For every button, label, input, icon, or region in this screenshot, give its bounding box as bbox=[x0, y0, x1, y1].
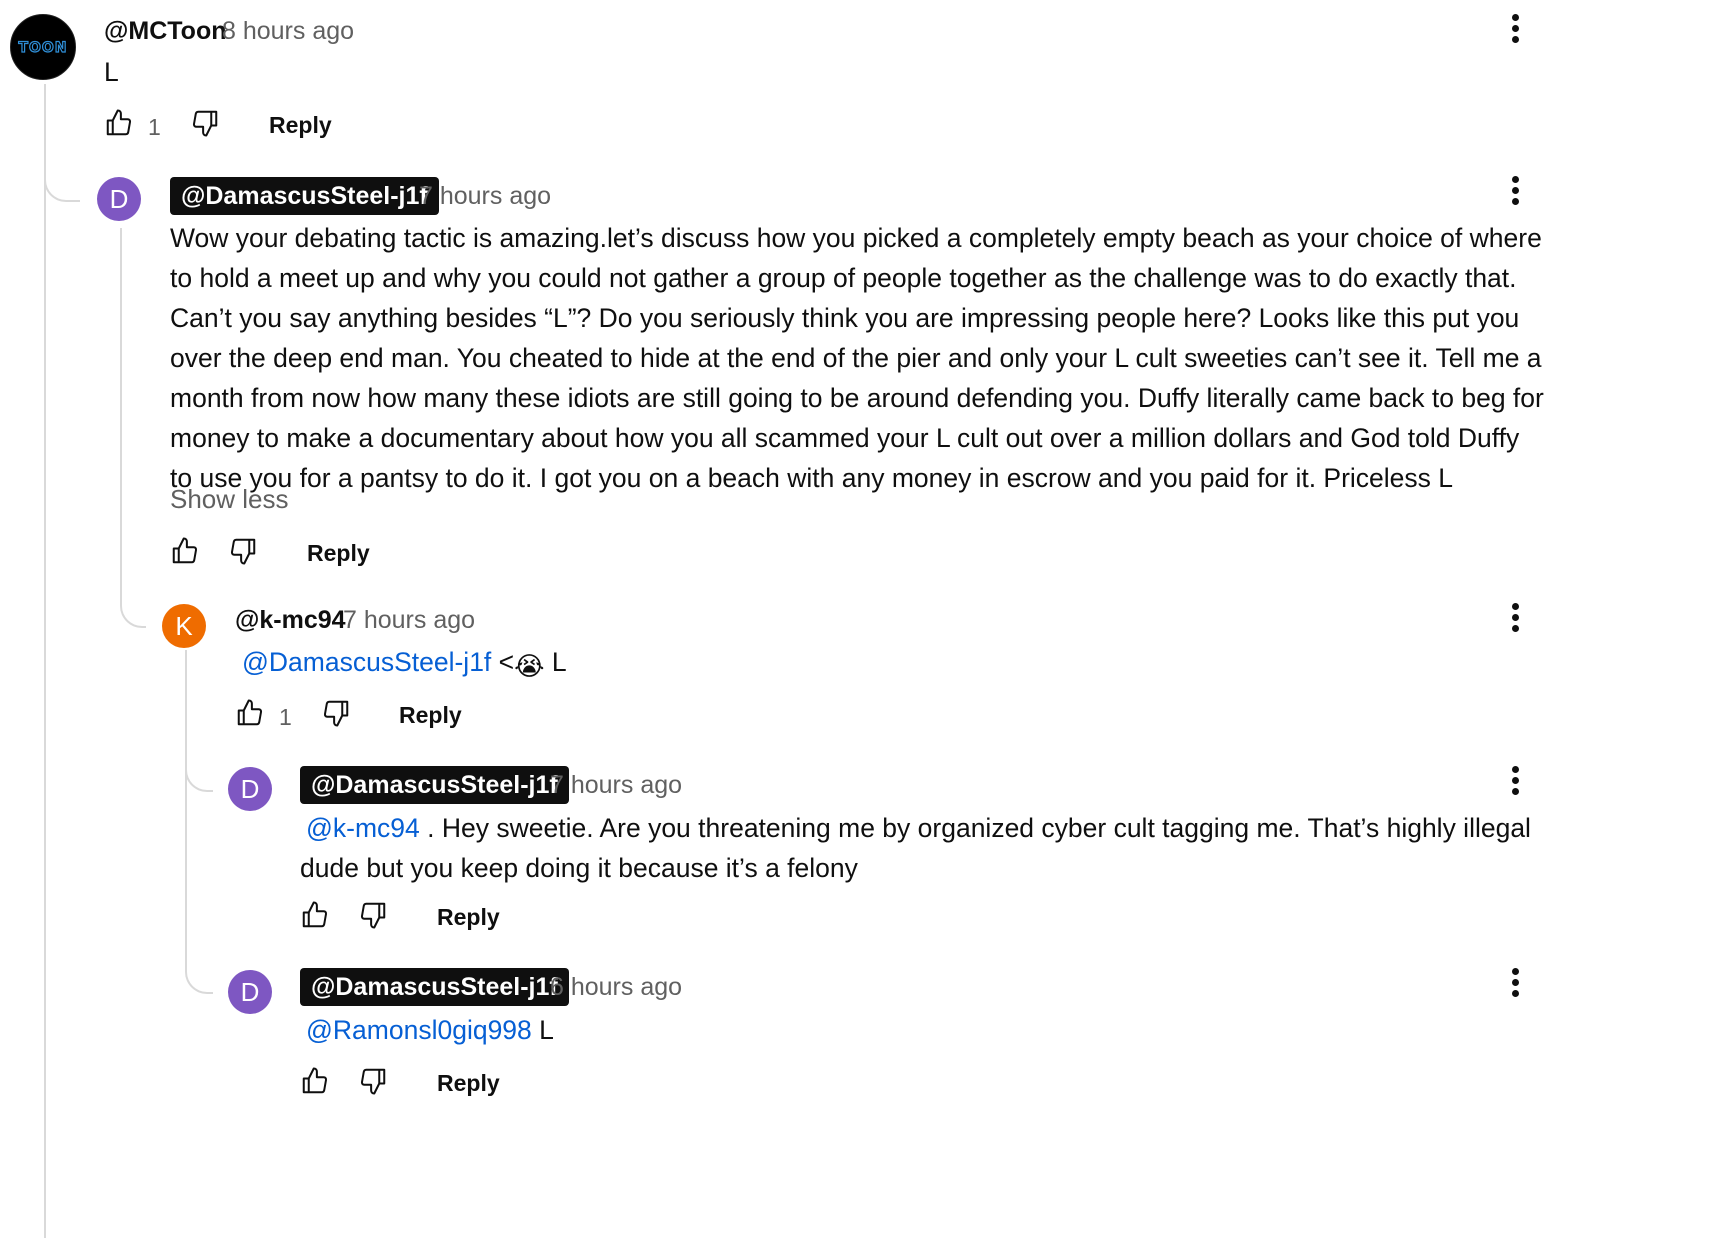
toon-logo-icon: TOON bbox=[18, 39, 67, 56]
comment-text-part: . Hey sweetie. Are you threatening me by… bbox=[300, 813, 1531, 883]
like-button[interactable] bbox=[300, 1066, 330, 1096]
avatar[interactable]: D bbox=[228, 767, 272, 811]
mention-link[interactable]: @k-mc94 bbox=[306, 813, 420, 843]
thumb-up-icon bbox=[172, 537, 198, 564]
reply-button[interactable]: Reply bbox=[269, 112, 332, 139]
comment-author[interactable]: @DamascusSteel-j1f bbox=[170, 177, 439, 215]
comment-actions: 1 Reply bbox=[235, 698, 535, 738]
comment-actions: Reply bbox=[170, 536, 470, 576]
comment-time[interactable]: 7 hours ago bbox=[550, 766, 682, 804]
avatar[interactable]: D bbox=[97, 177, 141, 221]
comment-time[interactable]: 8 hours ago bbox=[222, 12, 354, 50]
thread-line-reply bbox=[120, 228, 122, 588]
thumb-down-icon bbox=[360, 902, 386, 929]
comment-actions: Reply bbox=[300, 900, 600, 940]
dislike-button[interactable] bbox=[228, 536, 258, 566]
comment-menu-button[interactable] bbox=[1507, 968, 1523, 1004]
comment-text: @k-mc94 . Hey sweetie. Are you threateni… bbox=[300, 808, 1550, 888]
comment-author[interactable]: @MCToon bbox=[104, 12, 227, 50]
thumb-down-icon bbox=[323, 700, 349, 727]
show-less-button[interactable]: Show less bbox=[170, 484, 289, 515]
comment-text-part: < bbox=[491, 647, 515, 677]
comment-actions: Reply bbox=[300, 1066, 600, 1106]
comment-text: Wow your debating tactic is amazing.let’… bbox=[170, 223, 1544, 493]
reply-button[interactable]: Reply bbox=[399, 702, 462, 729]
thumb-up-icon bbox=[302, 901, 328, 928]
thread-line-main bbox=[44, 84, 46, 1238]
comment-time[interactable]: 7 hours ago bbox=[419, 177, 551, 215]
comment-author[interactable]: @DamascusSteel-j1f bbox=[300, 968, 569, 1006]
comment-time[interactable]: 7 hours ago bbox=[343, 601, 475, 639]
mention-link[interactable]: @DamascusSteel-j1f bbox=[242, 647, 491, 677]
avatar[interactable]: D bbox=[228, 970, 272, 1014]
like-count: 1 bbox=[148, 114, 161, 140]
thread-connector bbox=[120, 572, 146, 628]
like-count: 1 bbox=[279, 704, 292, 730]
mention-link[interactable]: @Ramonsl0giq998 bbox=[306, 1015, 532, 1045]
comment-menu-button[interactable] bbox=[1507, 603, 1523, 639]
comment-author[interactable]: @DamascusSteel-j1f bbox=[300, 766, 569, 804]
comment-text: @Ramonsl0giq998 L bbox=[300, 1010, 554, 1050]
comment-text: L bbox=[104, 57, 119, 87]
dislike-button[interactable] bbox=[321, 698, 351, 728]
thumb-down-icon bbox=[192, 110, 218, 137]
comment-menu-button[interactable] bbox=[1507, 176, 1523, 212]
avatar[interactable]: TOON bbox=[10, 14, 76, 80]
comment-author[interactable]: @k-mc94 bbox=[235, 601, 346, 639]
thumb-up-icon bbox=[302, 1067, 328, 1094]
thread-connector bbox=[185, 770, 213, 994]
thumb-up-icon bbox=[106, 109, 132, 136]
dislike-button[interactable] bbox=[358, 900, 388, 930]
dislike-button[interactable] bbox=[190, 108, 220, 138]
thumb-up-icon bbox=[237, 699, 263, 726]
comment-actions: 1 Reply bbox=[104, 108, 404, 148]
comment-text-part: L bbox=[531, 1015, 554, 1045]
avatar[interactable]: K bbox=[162, 604, 206, 648]
reply-button[interactable]: Reply bbox=[437, 904, 500, 931]
crying-face-emoji: 😭 bbox=[514, 651, 545, 681]
reply-button[interactable]: Reply bbox=[437, 1070, 500, 1097]
svg-text:TOON: TOON bbox=[18, 40, 67, 56]
thread-connector bbox=[44, 150, 80, 202]
like-button[interactable] bbox=[104, 108, 134, 138]
comment-text-part: L bbox=[544, 647, 567, 677]
comment-text: @DamascusSteel-j1f <😭 L bbox=[242, 642, 567, 682]
thumb-down-icon bbox=[230, 538, 256, 565]
comment-menu-button[interactable] bbox=[1507, 14, 1523, 50]
dislike-button[interactable] bbox=[358, 1066, 388, 1096]
comment-time[interactable]: 6 hours ago bbox=[550, 968, 682, 1006]
reply-button[interactable]: Reply bbox=[307, 540, 370, 567]
like-button[interactable] bbox=[170, 536, 200, 566]
like-button[interactable] bbox=[300, 900, 330, 930]
thumb-down-icon bbox=[360, 1068, 386, 1095]
like-button[interactable] bbox=[235, 698, 265, 728]
comment-menu-button[interactable] bbox=[1507, 766, 1523, 802]
